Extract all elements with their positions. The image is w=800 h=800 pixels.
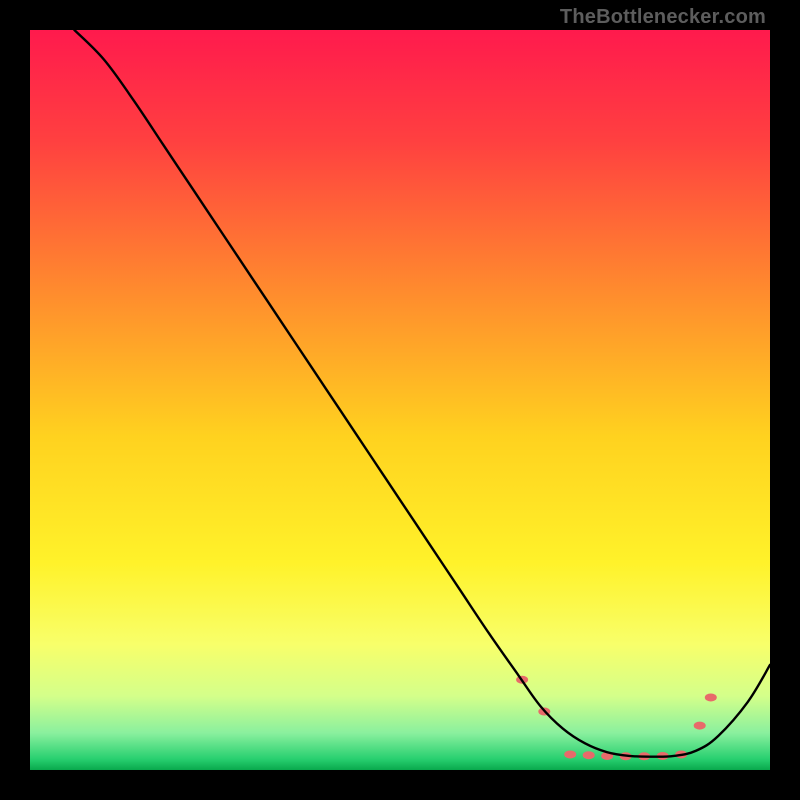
marker-point [583,751,595,759]
plot-background [30,30,770,770]
marker-point [564,750,576,758]
watermark-text: TheBottlenecker.com [560,6,766,29]
marker-point [705,693,717,701]
marker-point [694,722,706,730]
chart-frame [30,30,770,770]
chart-plot [30,30,770,770]
